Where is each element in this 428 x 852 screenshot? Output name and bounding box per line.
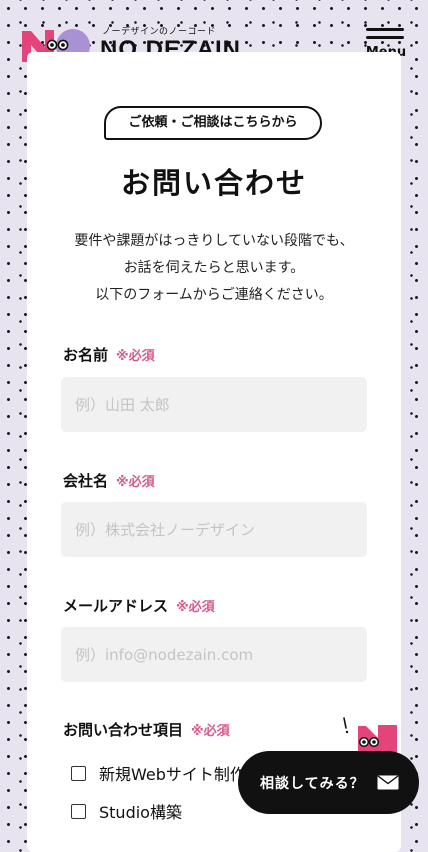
page-title: お問い合わせ xyxy=(120,166,307,200)
inquiry-label-text: お問い合わせ項目 xyxy=(63,721,184,739)
intro-line: 以下のフォームからご連絡ください。 xyxy=(95,287,333,303)
email-field-label: メールアドレス ※必須 xyxy=(63,595,215,616)
company-label-text: 会社名 xyxy=(63,472,109,490)
required-badge: ※必須 xyxy=(191,724,230,739)
intro-line: お話を伺えたらと思います。 xyxy=(123,260,305,276)
intro-line: 要件や課題がはっきりしていない段階でも、 xyxy=(74,233,354,249)
option-label: 新規Webサイト制作 xyxy=(99,765,246,784)
email-input[interactable] xyxy=(61,627,367,682)
email-label-text: メールアドレス xyxy=(63,597,169,615)
inquiry-option-new-website[interactable]: 新規Webサイト制作 xyxy=(71,762,246,784)
name-label-text: お名前 xyxy=(63,346,109,364)
consult-label: 相談してみる？ xyxy=(260,775,365,792)
name-field-label: お名前 ※必須 xyxy=(63,344,155,365)
contact-tagline: ご依頼・ご相談はこちらから xyxy=(104,106,322,140)
mail-icon xyxy=(377,775,399,790)
checkbox[interactable] xyxy=(71,765,86,781)
company-input[interactable] xyxy=(61,502,367,557)
required-badge: ※必須 xyxy=(116,475,155,490)
inquiry-option-studio[interactable]: Studio構築 xyxy=(71,800,182,822)
required-badge: ※必須 xyxy=(176,600,215,615)
consult-button[interactable]: 相談してみる？ xyxy=(238,751,419,814)
checkbox[interactable] xyxy=(71,803,86,819)
required-badge: ※必須 xyxy=(116,349,155,364)
intro-text: 要件や課題がはっきりしていない段階でも、 お話を伺えたらと思います。 以下のフォ… xyxy=(27,228,401,309)
company-field-label: 会社名 ※必須 xyxy=(63,470,155,491)
inquiry-field-label: お問い合わせ項目 ※必須 xyxy=(63,719,230,740)
name-input[interactable] xyxy=(61,377,367,432)
option-label: Studio構築 xyxy=(99,803,182,822)
